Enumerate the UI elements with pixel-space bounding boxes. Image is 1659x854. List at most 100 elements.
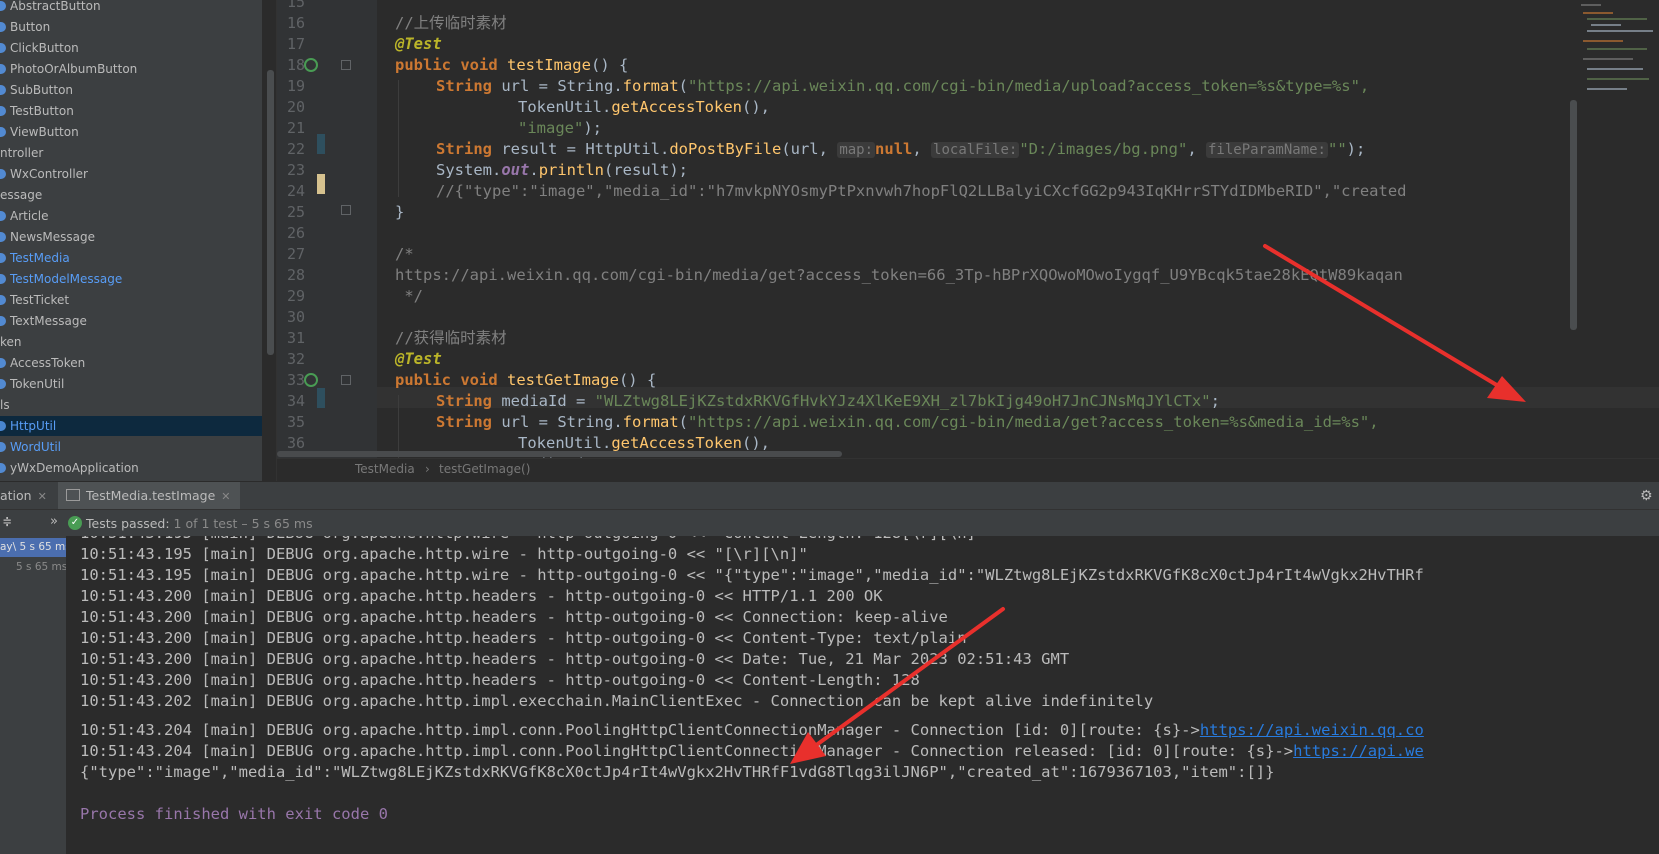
tree-item-label: WordUtil	[10, 440, 61, 454]
code-token: println	[538, 161, 605, 179]
code-line[interactable]: public void testGetImage() {	[395, 370, 656, 391]
code-token: url	[501, 77, 530, 95]
run-test-icon[interactable]	[304, 373, 318, 387]
tree-item[interactable]: Article	[0, 206, 262, 226]
code-line[interactable]: TokenUtil.getAccessToken(),	[518, 97, 770, 118]
gear-icon[interactable]: ⚙	[1640, 482, 1659, 510]
code-token: ,	[912, 140, 932, 158]
more-icon[interactable]: »	[50, 514, 58, 529]
line-number: 31	[286, 329, 305, 347]
tree-item-label: AbstractButton	[10, 0, 101, 13]
editor-gutter[interactable]: 15 16 17 18 19 20 21 22 23 24 25 26 27 28 29 30 31 32 33 34…	[277, 0, 377, 458]
code-line[interactable]: public void testImage() {	[395, 55, 628, 76]
fold-icon[interactable]	[341, 205, 351, 215]
code-line[interactable]: https://api.weixin.qq.com/cgi-bin/media/…	[395, 265, 1403, 286]
close-icon[interactable]: ✕	[38, 490, 47, 503]
code-token: String	[436, 77, 502, 95]
tree-item[interactable]: PhotoOrAlbumButton	[0, 59, 262, 79]
tree-item[interactable]: AbstractButton	[0, 0, 262, 16]
console-link[interactable]: https://api.we	[1293, 742, 1424, 760]
code-token: .	[492, 161, 502, 179]
tree-item[interactable]: TestMedia	[0, 248, 262, 268]
code-token: TokenUtil	[518, 434, 602, 452]
close-icon[interactable]: ✕	[221, 490, 230, 503]
code-token: .	[613, 77, 623, 95]
code-token: (	[678, 77, 689, 95]
run-tab[interactable]: ation ✕	[0, 482, 54, 510]
line-number: 28	[286, 266, 305, 284]
code-line[interactable]: //上传临时素材	[395, 13, 507, 34]
code-line[interactable]: "image");	[518, 118, 602, 139]
console-link[interactable]: https://api.weixin.qq.co	[1200, 721, 1424, 739]
code-line[interactable]: }	[395, 202, 404, 223]
project-tree[interactable]: AbstractButton Button ClickButton PhotoOrAl…	[0, 0, 262, 481]
test-results-tree[interactable]: ay\ 5 s 65 ms 5 s 65 ms	[0, 536, 66, 854]
vertical-scrollbar[interactable]	[1570, 100, 1577, 330]
tree-item[interactable]: ViewButton	[0, 122, 262, 142]
code-minimap[interactable]	[1577, 0, 1659, 110]
tree-item[interactable]: TestButton	[0, 101, 262, 121]
run-console[interactable]: 10:51:43.195 [main] DEBUG org.apache.htt…	[66, 536, 1659, 854]
tree-item[interactable]: WordUtil	[0, 437, 262, 457]
code-line[interactable]: System.out.println(result);	[436, 160, 688, 181]
run-toolbar: ≑ » ✓ Tests passed: 1 of 1 test – 5 s 65…	[0, 509, 1659, 537]
tree-item[interactable]: WxController	[0, 164, 262, 184]
fold-icon[interactable]	[341, 375, 351, 385]
code-token: "D:/images/bg.png"	[1019, 140, 1188, 158]
code-token: .	[602, 98, 612, 116]
code-token: ;	[1210, 392, 1220, 410]
tree-item[interactable]: ClickButton	[0, 38, 262, 58]
code-line[interactable]: /*	[395, 244, 414, 265]
breadcrumb-class[interactable]: TestMedia	[355, 462, 415, 476]
tree-item[interactable]: Button	[0, 17, 262, 37]
code-line[interactable]: //获得临时素材	[395, 328, 507, 349]
tree-item-label: TestModelMessage	[10, 272, 123, 286]
class-icon	[0, 295, 6, 305]
code-token: @Test	[395, 35, 442, 53]
test-result-row[interactable]: 5 s 65 ms	[16, 558, 66, 577]
tree-item[interactable]: HttpUtil	[0, 416, 262, 436]
tree-item[interactable]: ntroller	[0, 143, 262, 163]
code-line[interactable]: @Test	[395, 349, 442, 370]
tree-scrollbar[interactable]	[267, 70, 274, 355]
class-icon	[0, 64, 6, 74]
tree-item[interactable]: SubButton	[0, 80, 262, 100]
tree-item[interactable]: TokenUtil	[0, 374, 262, 394]
code-line[interactable]: @Test	[395, 34, 442, 55]
fold-icon[interactable]	[341, 60, 351, 70]
tree-item[interactable]: ken	[0, 332, 262, 352]
code-token: (),	[742, 98, 770, 116]
line-number: 27	[286, 245, 305, 263]
code-line[interactable]: //{"type":"image","media_id":"h7mvkpNYOs…	[436, 181, 1407, 202]
line-number: 35	[286, 413, 305, 431]
line-number: 24	[286, 182, 305, 200]
tree-item[interactable]: ls	[0, 395, 262, 415]
code-line[interactable]: */	[395, 286, 423, 307]
tree-item-label: NewsMessage	[10, 230, 96, 244]
tree-item-label: TestTicket	[10, 293, 70, 307]
code-line[interactable]: String result = HttpUtil.doPostByFile(ur…	[436, 139, 1365, 161]
breadcrumb-method[interactable]: testGetImage()	[439, 462, 530, 476]
tree-item[interactable]: NewsMessage	[0, 227, 262, 247]
horizontal-scrollbar[interactable]	[277, 451, 842, 457]
code-token: "image"	[518, 119, 584, 137]
test-result-row[interactable]: ay\ 5 s 65 ms	[0, 538, 66, 557]
code-editor[interactable]: 15 16 17 18 19 20 21 22 23 24 25 26 27 28 29 30 31 32 33 34…	[277, 0, 1659, 458]
tree-item[interactable]: TextMessage	[0, 311, 262, 331]
tree-item[interactable]: essage	[0, 185, 262, 205]
code-line[interactable]: String url = String.format("https://api.…	[436, 412, 1379, 433]
code-line[interactable]: String mediaId = "WLZtwg8LEjKZstdxRKVGfH…	[436, 391, 1220, 412]
code-token: System	[436, 161, 492, 179]
run-test-icon[interactable]	[304, 58, 318, 72]
tree-item[interactable]: AccessToken	[0, 353, 262, 373]
tree-item[interactable]: TestTicket	[0, 290, 262, 310]
class-icon	[0, 43, 6, 53]
code-token: getAccessToken	[611, 434, 742, 452]
console-line: 10:51:43.200 [main] DEBUG org.apache.htt…	[80, 587, 883, 605]
tree-item[interactable]: yWxDemoApplication	[0, 458, 262, 478]
collapse-icon[interactable]: ≑	[3, 514, 11, 530]
run-tab-active[interactable]: TestMedia.testImage ✕	[58, 482, 240, 510]
tree-item[interactable]: TestModelMessage	[0, 269, 262, 289]
code-line[interactable]: String url = String.format("https://api.…	[436, 76, 1369, 97]
code-token: "https://api.weixin.qq.com/cgi-bin/media…	[688, 413, 1379, 431]
